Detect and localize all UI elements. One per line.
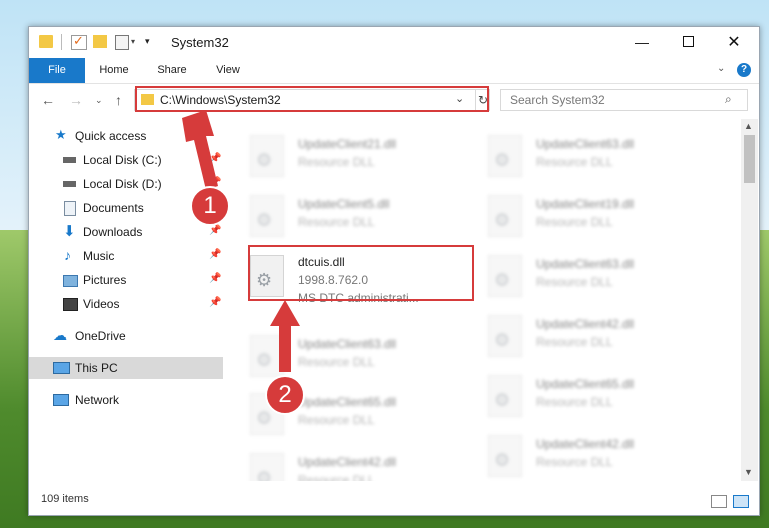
annotation-arrows	[182, 110, 300, 372]
arrow-1	[182, 110, 218, 190]
step-badge-2: 2	[265, 375, 305, 415]
arrow-2	[270, 300, 300, 372]
step-badge-1: 1	[190, 186, 230, 226]
